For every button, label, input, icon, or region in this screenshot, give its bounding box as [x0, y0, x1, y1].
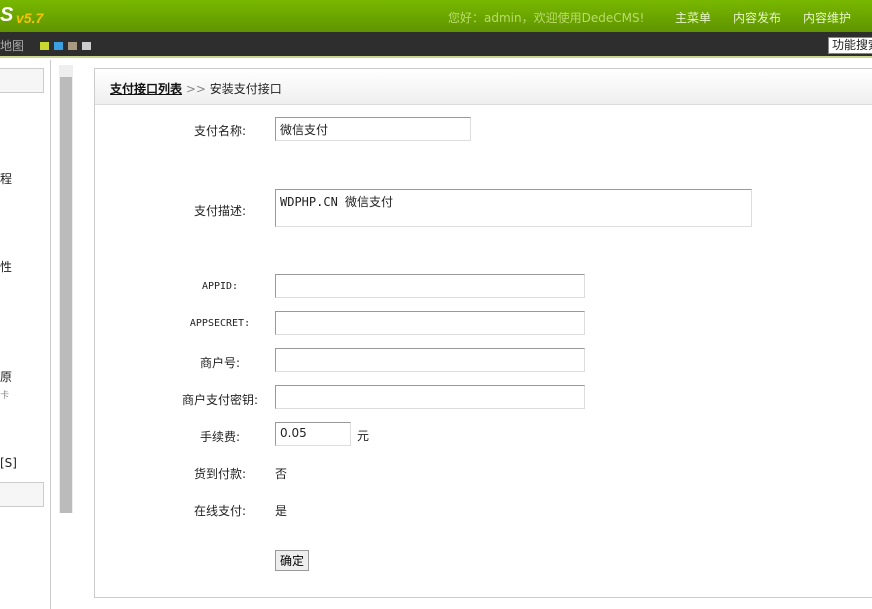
top-header: S v5.7 您好：admin，欢迎使用DedeCMS! 主菜单 内容发布 内容… — [0, 0, 872, 32]
sidebar-header[interactable] — [0, 68, 44, 93]
sidebar-item[interactable]: 性 — [0, 258, 12, 275]
menu-content-maintain[interactable]: 内容维护 — [803, 9, 851, 26]
fee-unit: 元 — [357, 429, 370, 443]
submit-button[interactable]: 确定 — [275, 550, 310, 571]
appid-input[interactable] — [275, 274, 585, 298]
menu-content-publish[interactable]: 内容发布 — [733, 9, 781, 26]
breadcrumb-current: 安装支付接口 — [209, 82, 282, 96]
online-value: 是 — [275, 504, 288, 518]
skin-brown-icon[interactable] — [68, 42, 77, 50]
fee-input[interactable]: 0.05 — [275, 422, 351, 446]
sidebar-footer[interactable] — [0, 482, 44, 507]
sidebar-item[interactable]: [S] — [0, 456, 17, 470]
scrollbar[interactable] — [59, 65, 73, 513]
breadcrumb-parent-link[interactable]: 支付接口列表 — [110, 82, 182, 96]
sidebar-item[interactable]: 原 — [0, 368, 12, 385]
toolbar: 地图 功能搜索 — [0, 32, 872, 58]
name-input[interactable]: 微信支付 — [275, 117, 471, 141]
breadcrumb-separator: >> — [185, 82, 206, 96]
sidebar-item[interactable]: 程 — [0, 170, 12, 187]
welcome-text: 您好：admin，欢迎使用DedeCMS! — [448, 11, 645, 25]
sidebar-item[interactable]: 卡 — [0, 388, 9, 401]
version-label: v5.7 — [16, 10, 44, 26]
skin-blue-icon[interactable] — [54, 42, 63, 50]
skin-gray-icon[interactable] — [82, 42, 91, 50]
skin-green-icon[interactable] — [40, 42, 49, 50]
appsecret-input[interactable] — [275, 311, 585, 335]
main-panel: 支付接口列表 >> 安装支付接口 支付名称: 微信支付 支付描述: WDPHP.… — [94, 68, 872, 598]
scrollbar-thumb[interactable] — [60, 77, 72, 513]
site-map-link[interactable]: 地图 — [0, 37, 24, 54]
desc-textarea[interactable]: WDPHP.CN 微信支付 — [275, 189, 752, 227]
menu-main[interactable]: 主菜单 — [675, 9, 711, 26]
logo: S — [0, 4, 14, 26]
breadcrumb: 支付接口列表 >> 安装支付接口 — [95, 69, 872, 105]
cod-value: 否 — [275, 467, 288, 481]
sidebar: 程 性 原 卡 [S] — [0, 60, 51, 609]
function-search-button[interactable]: 功能搜索 — [828, 37, 872, 54]
key-input[interactable] — [275, 385, 585, 409]
mch-input[interactable] — [275, 348, 585, 372]
